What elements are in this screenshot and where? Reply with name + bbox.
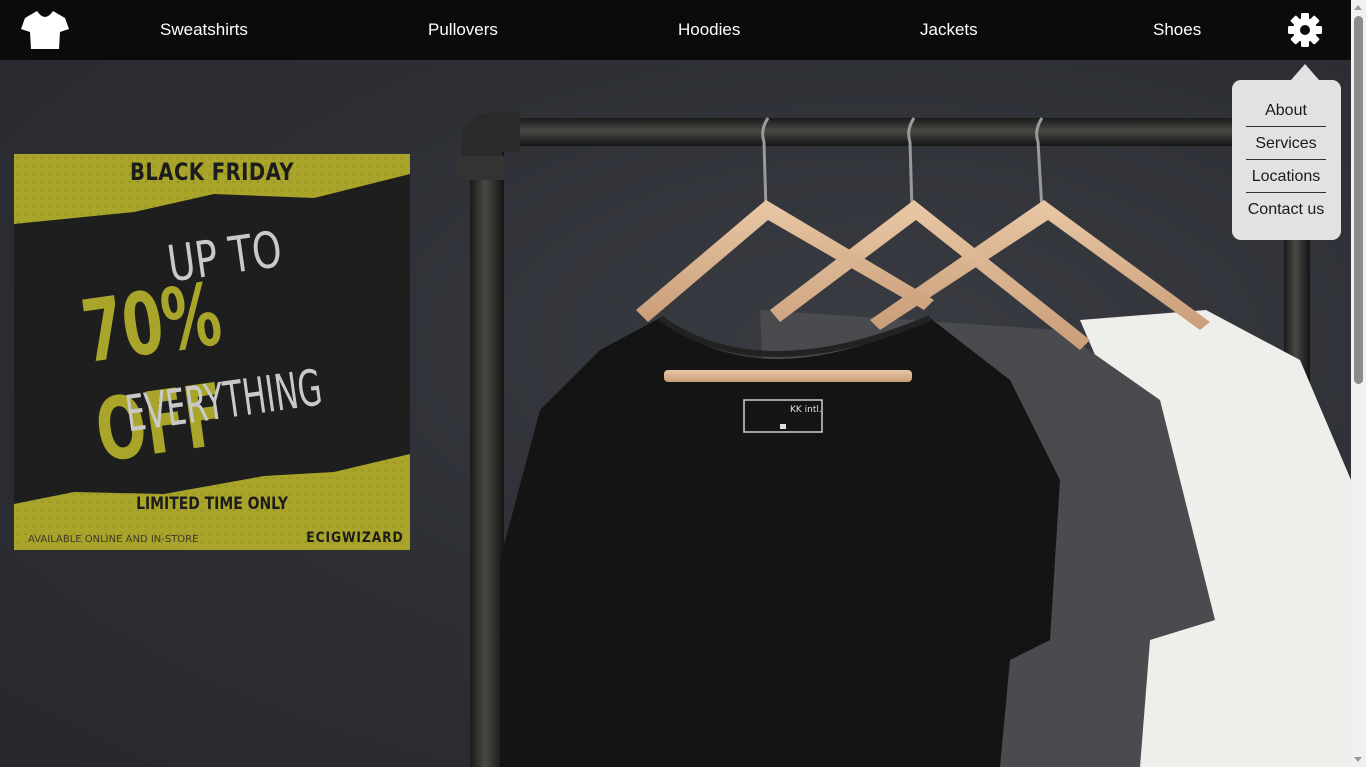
menu-item-locations[interactable]: Locations — [1246, 160, 1326, 193]
menu-item-services[interactable]: Services — [1246, 127, 1326, 160]
shirt-tag-text: KK intl. — [790, 405, 822, 415]
promo-brand: ECIGWIZARD — [306, 530, 404, 546]
scroll-down-arrow-icon[interactable] — [1354, 757, 1362, 762]
promo-headline: BLACK FRIDAY — [129, 158, 295, 186]
dropdown-pointer — [1291, 64, 1319, 80]
gear-icon[interactable] — [1287, 12, 1323, 48]
scroll-up-arrow-icon[interactable] — [1354, 5, 1362, 10]
nav-link-jackets[interactable]: Jackets — [920, 0, 978, 60]
black-friday-promo-banner[interactable]: BLACK FRIDAY UP TO 70% OFF EVERYTHING LI… — [14, 154, 410, 550]
vertical-scrollbar[interactable] — [1351, 0, 1366, 767]
nav-link-sweatshirts[interactable]: Sweatshirts — [160, 0, 248, 60]
nav-link-shoes[interactable]: Shoes — [1153, 0, 1201, 60]
settings-dropdown-menu: About Services Locations Contact us — [1232, 80, 1341, 240]
menu-item-contact-us[interactable]: Contact us — [1246, 193, 1326, 226]
menu-item-about[interactable]: About — [1246, 94, 1326, 127]
top-navbar: Sweatshirts Pullovers Hoodies Jackets Sh… — [0, 0, 1351, 60]
nav-link-hoodies[interactable]: Hoodies — [678, 0, 740, 60]
nav-link-pullovers[interactable]: Pullovers — [428, 0, 498, 60]
promo-availability: AVAILABLE ONLINE AND IN-STORE — [28, 534, 199, 545]
scrollbar-thumb[interactable] — [1354, 16, 1363, 384]
promo-limited-time: LIMITED TIME ONLY — [136, 494, 288, 514]
tshirt-icon[interactable] — [21, 9, 69, 51]
